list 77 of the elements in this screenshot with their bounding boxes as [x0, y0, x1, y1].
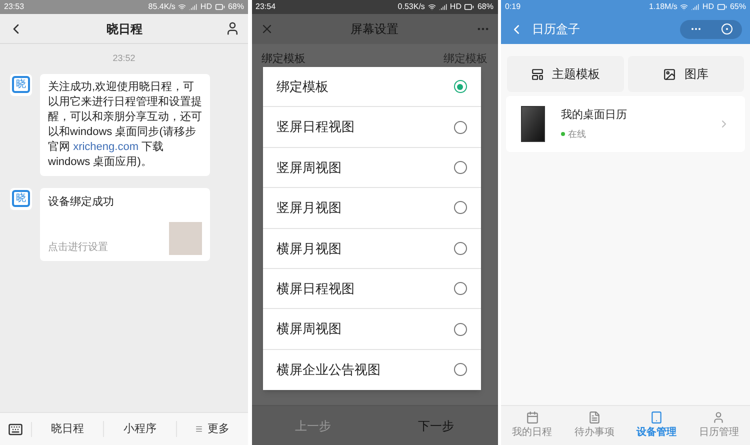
- radio-button[interactable]: [454, 363, 466, 376]
- wifi-icon: [428, 3, 436, 11]
- option-item[interactable]: 竖屏周视图: [262, 148, 480, 188]
- setting-label: 绑定模板: [262, 52, 306, 67]
- radio-button[interactable]: [454, 242, 466, 255]
- radio-button[interactable]: [454, 322, 466, 336]
- option-item[interactable]: 竖屏月视图: [262, 188, 480, 229]
- option-label: 横屏企业公告视图: [276, 361, 380, 380]
- network-type: HD: [702, 1, 714, 13]
- radio-button[interactable]: [454, 282, 466, 296]
- battery-icon: [214, 2, 225, 12]
- keyboard-icon[interactable]: [8, 422, 23, 436]
- layout-icon: [530, 68, 544, 80]
- option-label: 横屏日程视图: [276, 280, 354, 298]
- message-timestamp: 23:52: [112, 52, 136, 65]
- message-bubble: 关注成功,欢迎使用晓日程，可以用它来进行日程管理和设置提醒，可以和亲朋分享互动，还可以和windows 桌面同步(请移步官网 xricheng.com 下载 windows 桌面应用)。: [40, 74, 210, 176]
- menu-button[interactable]: 更多: [176, 420, 248, 438]
- device-card[interactable]: 我的桌面日历 在线: [506, 96, 745, 152]
- action-button[interactable]: 主题模板: [507, 56, 624, 92]
- device-icon: [650, 411, 664, 424]
- network-type: HD: [450, 1, 462, 13]
- target-icon[interactable]: [720, 23, 732, 35]
- radio-button[interactable]: [454, 160, 466, 174]
- status-time: 23:53: [4, 1, 24, 13]
- signal-icon: [691, 3, 700, 11]
- option-item[interactable]: 绑定模板: [262, 67, 480, 108]
- status-time: 23:54: [256, 1, 276, 13]
- card-title: 设备绑定成功: [48, 194, 115, 210]
- battery-percent: 68%: [477, 1, 494, 13]
- signal-icon: [438, 3, 447, 11]
- menu-button[interactable]: 晓日程: [32, 420, 104, 438]
- network-speed: 0.53K/s: [398, 1, 425, 13]
- setting-value: 绑定模板: [444, 52, 488, 67]
- option-item[interactable]: 横屏日程视图: [262, 268, 480, 310]
- option-item[interactable]: 横屏企业公告视图: [262, 350, 480, 390]
- signal-icon: [189, 3, 198, 11]
- radio-button[interactable]: [454, 120, 466, 134]
- option-label: 竖屏月视图: [276, 199, 342, 218]
- status-time: 0:19: [505, 1, 521, 13]
- list-icon: [588, 411, 601, 424]
- menu-icon: [195, 425, 204, 433]
- network-type: HD: [200, 1, 212, 13]
- battery-percent: 68%: [228, 1, 244, 13]
- card-subtitle: 点击进行设置: [48, 240, 108, 255]
- app-title: 日历盒子: [532, 21, 580, 38]
- capsule-control[interactable]: [680, 20, 742, 38]
- action-button[interactable]: 图库: [628, 56, 744, 92]
- wifi-icon: [680, 3, 688, 11]
- network-speed: 1.18M/s: [648, 1, 678, 13]
- picture-icon: [663, 68, 676, 80]
- person-icon: [712, 411, 726, 424]
- tablet-drawing: [521, 106, 545, 142]
- wifi-icon: [178, 3, 186, 11]
- battery-percent: 65%: [730, 1, 746, 13]
- message-card[interactable]: 设备绑定成功 点击进行设置: [40, 188, 210, 261]
- option-label: 横屏周视图: [276, 320, 342, 338]
- menu-button[interactable]: 小程序: [104, 420, 177, 438]
- option-label: 横屏月视图: [276, 240, 342, 258]
- option-item[interactable]: 横屏月视图: [262, 228, 480, 269]
- radio-button[interactable]: [454, 80, 466, 94]
- device-status: 在线: [568, 128, 586, 140]
- option-item[interactable]: 横屏周视图: [262, 309, 480, 350]
- settings-title: 屏幕设置: [350, 21, 398, 38]
- website-link[interactable]: xricheng.com: [73, 140, 138, 152]
- battery-icon: [716, 2, 727, 12]
- option-label: 竖屏日程视图: [276, 118, 354, 136]
- battery-icon: [464, 2, 474, 12]
- photo-placeholder: [169, 222, 202, 255]
- device-name: 我的桌面日历: [561, 108, 628, 123]
- chat-title: 晓日程: [106, 20, 142, 38]
- profile-icon[interactable]: [225, 21, 240, 36]
- option-item[interactable]: 竖屏日程视图: [262, 107, 480, 148]
- radio-button[interactable]: [454, 201, 466, 214]
- network-speed: 85.4K/s: [148, 1, 176, 13]
- option-label: 竖屏周视图: [276, 158, 342, 177]
- calendar-icon: [526, 411, 539, 424]
- option-label: 绑定模板: [276, 78, 328, 96]
